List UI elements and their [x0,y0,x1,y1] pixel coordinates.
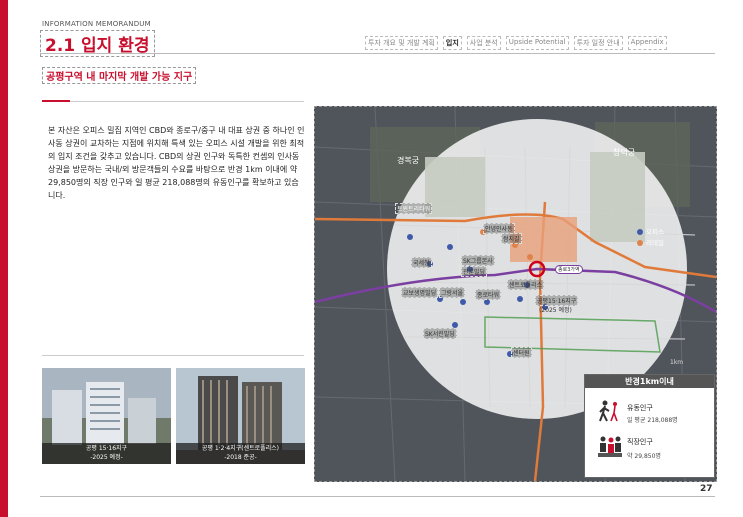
office-worker-icon [598,436,622,457]
map-label-kyobo: 교보생명빌딩 [401,287,439,298]
legend-dot-retail [637,240,643,246]
area-label-gyeongbokgung: 경복궁 [397,156,420,165]
map-label-sk-seorin: SK서린빌딩 [423,328,457,339]
map-label-center-one: 센터원 [511,347,532,358]
map-label-ssamziegil: 쌈지길 [501,233,522,244]
page-number: 27 [700,484,713,494]
nav-item-schedule[interactable]: 투자 일정 안내 [573,36,623,50]
accent-bar [0,0,8,517]
map-label-jongno-tower: 종로타워 [475,289,502,300]
map-label-twin-tree: 트윈트리타워 [395,203,433,214]
worker-label: 직장인구 [627,438,653,446]
radius-info-box: 반경1km이내 유동인구 일 평균 218,088명 직장인구 약 29,850… [584,374,715,478]
photo-divider [42,355,304,356]
subtitle-accent [42,100,70,102]
map-label-gran-seoul: 그랑서울 [439,287,466,298]
legend-item-office: 오피스 [637,227,664,238]
nav-item-location[interactable]: 입지 [442,36,462,50]
doc-type-label: INFORMATION MEMORANDUM [42,20,151,28]
pedestrian-icon [599,400,618,422]
subtitle: 공평구역 내 마지막 개발 가능 지구 [42,67,197,84]
caption-line-2: -2025 예정- [90,454,123,461]
subtitle-divider [42,101,304,102]
body-paragraph: 본 자산은 오피스 밀집 지역인 CBD와 종로구/중구 내 대표 상권 중 하… [48,126,305,200]
footer-divider [40,496,715,497]
flow-value: 일 평균 218,088명 [627,417,678,424]
info-box-title: 반경1km이내 [585,375,714,388]
map-label-gwanhoon: 관훈빌딩 [461,266,488,277]
caption-line-1: 공평 15·16지구 [85,445,128,452]
legend-item-retail: 리테일 [637,238,664,249]
map-label-nts: 국세청 [411,257,432,268]
radius-label: 1km [670,359,684,366]
flow-label: 유동인구 [627,404,653,412]
nav-item-upside[interactable]: Upside Potential [505,36,569,50]
page: INFORMATION MEMORANDUM 2.1 입지 환경 투자 개요 및… [0,0,743,517]
caption-line-1: 공평 1·2·4지구(센트로폴리스) [201,445,280,452]
photo-gongpyeong-15-16: 공평 15·16지구 -2025 예정- [42,368,171,464]
worker-value: 약 29,850명 [627,453,661,460]
nav-item-analysis[interactable]: 사업 분석 [466,36,501,50]
photo-centropolis: 공평 1·2·4지구(센트로폴리스) -2018 준공- [176,368,305,464]
photo-caption: 공평 15·16지구 -2025 예정- [42,443,171,464]
map-label-centropolis: 센트로폴리스 [507,279,545,290]
map-label-gongpyeong-year: (2025 예정) [539,307,572,314]
area-label-changdeokgung: 창덕궁 [613,148,636,157]
section-nav: 투자 개요 및 개발 계획 입지 사업 분석 Upside Potential … [365,36,667,50]
header-divider [40,53,715,54]
map-label-sk-group: SK그룹본사 [461,255,495,266]
nav-item-overview[interactable]: 투자 개요 및 개발 계획 [365,36,438,50]
caption-line-2: -2018 준공- [224,454,257,461]
photo-caption: 공평 1·2·4지구(센트로폴리스) -2018 준공- [176,443,305,464]
map-legend: 오피스 리테일 [637,227,664,249]
legend-dot-office [637,229,643,235]
map-label-jongno3ga: 종로3가역 [555,265,583,274]
nav-item-appendix[interactable]: Appendix [627,36,667,50]
